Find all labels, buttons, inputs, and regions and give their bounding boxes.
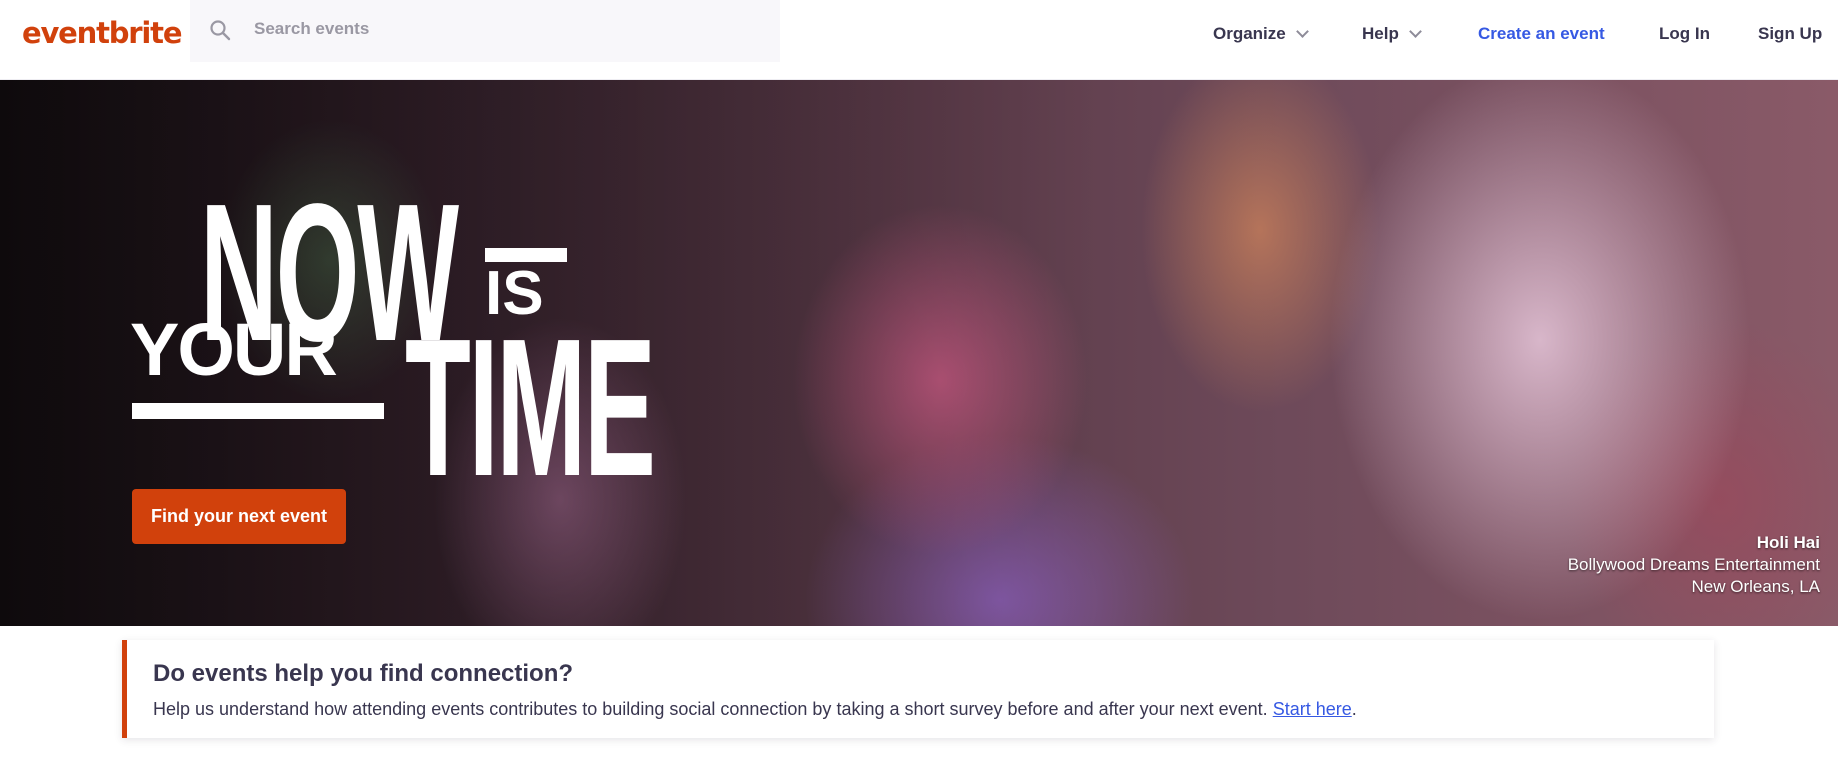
signup-link[interactable]: Sign Up	[1758, 24, 1822, 44]
survey-body: Help us understand how attending events …	[153, 699, 1357, 720]
caption-organizer: Bollywood Dreams Entertainment	[1567, 555, 1820, 574]
caption-event-title[interactable]: Holi Hai	[1568, 532, 1820, 554]
top-navigation-bar: eventbrite Search events Organize Help C…	[0, 0, 1838, 80]
hero-banner: NOW IS YOUR TIME Find your next event Ho…	[0, 80, 1838, 626]
survey-card: Do events help you find connection? Help…	[122, 640, 1714, 738]
login-link[interactable]: Log In	[1659, 24, 1710, 44]
search-icon	[210, 20, 231, 41]
chevron-down-icon	[1408, 25, 1422, 38]
survey-suffix: .	[1351, 699, 1357, 719]
search-bar[interactable]: Search events	[190, 0, 780, 62]
find-next-event-button[interactable]: Find your next event	[132, 489, 346, 544]
headline-word-your: YOUR	[130, 308, 338, 391]
headline-word-time: TIME	[405, 298, 656, 517]
caption-location: New Orleans, LA	[1691, 577, 1821, 596]
search-input[interactable]: Search events	[254, 19, 369, 39]
headline-underline	[132, 403, 384, 419]
eventbrite-logo[interactable]: eventbrite	[22, 16, 182, 50]
organize-menu[interactable]: Organize	[1213, 24, 1309, 44]
survey-title: Do events help you find connection?	[153, 660, 574, 687]
create-event-link[interactable]: Create an event	[1478, 24, 1605, 44]
survey-text: Help us understand how attending events …	[153, 699, 1268, 719]
organize-label: Organize	[1213, 24, 1286, 43]
help-menu[interactable]: Help	[1362, 24, 1422, 44]
chevron-down-icon	[1295, 25, 1309, 38]
help-label: Help	[1362, 24, 1399, 43]
start-survey-link[interactable]: Start here	[1273, 699, 1352, 719]
hero-photo-caption: Holi Hai Bollywood Dreams Entertainment …	[1568, 532, 1820, 598]
